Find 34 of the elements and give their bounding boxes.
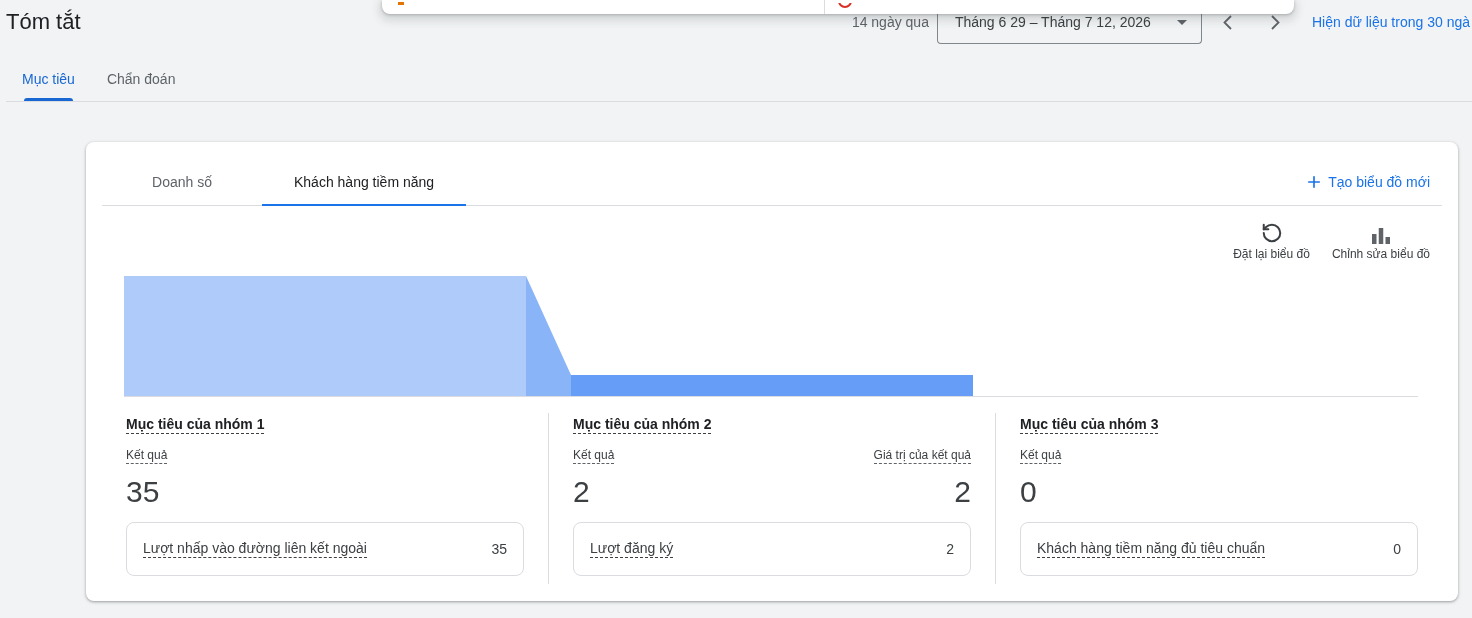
dash-icon [398,2,404,5]
bar-chart-icon [1371,228,1390,244]
metric-value: 35 [126,474,160,510]
group-title: Mục tiêu của nhóm 3 [1020,415,1159,434]
breakdown-value: 2 [946,541,954,557]
metric-label: Kết quả [126,448,168,464]
card-tab[interactable]: Khách hàng tiềm năng [262,158,467,205]
chevron-left-icon [1223,14,1233,30]
metric-value: 0 [1020,474,1037,510]
page-title: Tóm tắt [6,8,81,36]
metric-label: Giá trị của kết quả [873,448,971,464]
page-tab[interactable]: Chẩn đoán [90,56,192,101]
metric-value: 2 [573,474,590,510]
edit-chart-button[interactable]: Chỉnh sửa biểu đồ [1331,222,1430,262]
breakdown-label: Lượt đăng ký [590,540,674,558]
page-tab[interactable]: Mục tiêu [6,56,91,101]
create-chart-button[interactable]: Tạo biểu đồ mới [1305,172,1430,191]
card-tab[interactable]: Doanh số [102,158,262,205]
breakdown-label: Khách hàng tiềm năng đủ tiêu chuẩn [1037,540,1266,558]
date-preset-label: 14 ngày qua [851,14,929,30]
compare-link[interactable]: Hiện dữ liệu trong 30 ngà [1311,14,1470,30]
breakdown-label: Lượt nhấp vào đường liên kết ngoài [143,540,367,558]
breakdown-value: 35 [491,541,507,557]
caret-icon [1176,19,1187,25]
reset-icon [1260,222,1283,244]
ring-icon [838,3,852,8]
metric-label: Kết quả [573,448,615,464]
metric-label: Kết quả [1020,448,1062,464]
group-title: Mục tiêu của nhóm 2 [573,415,712,434]
metric-value: 2 [954,474,971,510]
breakdown-value: 0 [1393,541,1401,557]
reset-chart-button[interactable]: Đặt lại biểu đồ [1233,222,1310,262]
group-title: Mục tiêu của nhóm 1 [126,415,265,434]
chevron-right-icon [1271,14,1281,30]
